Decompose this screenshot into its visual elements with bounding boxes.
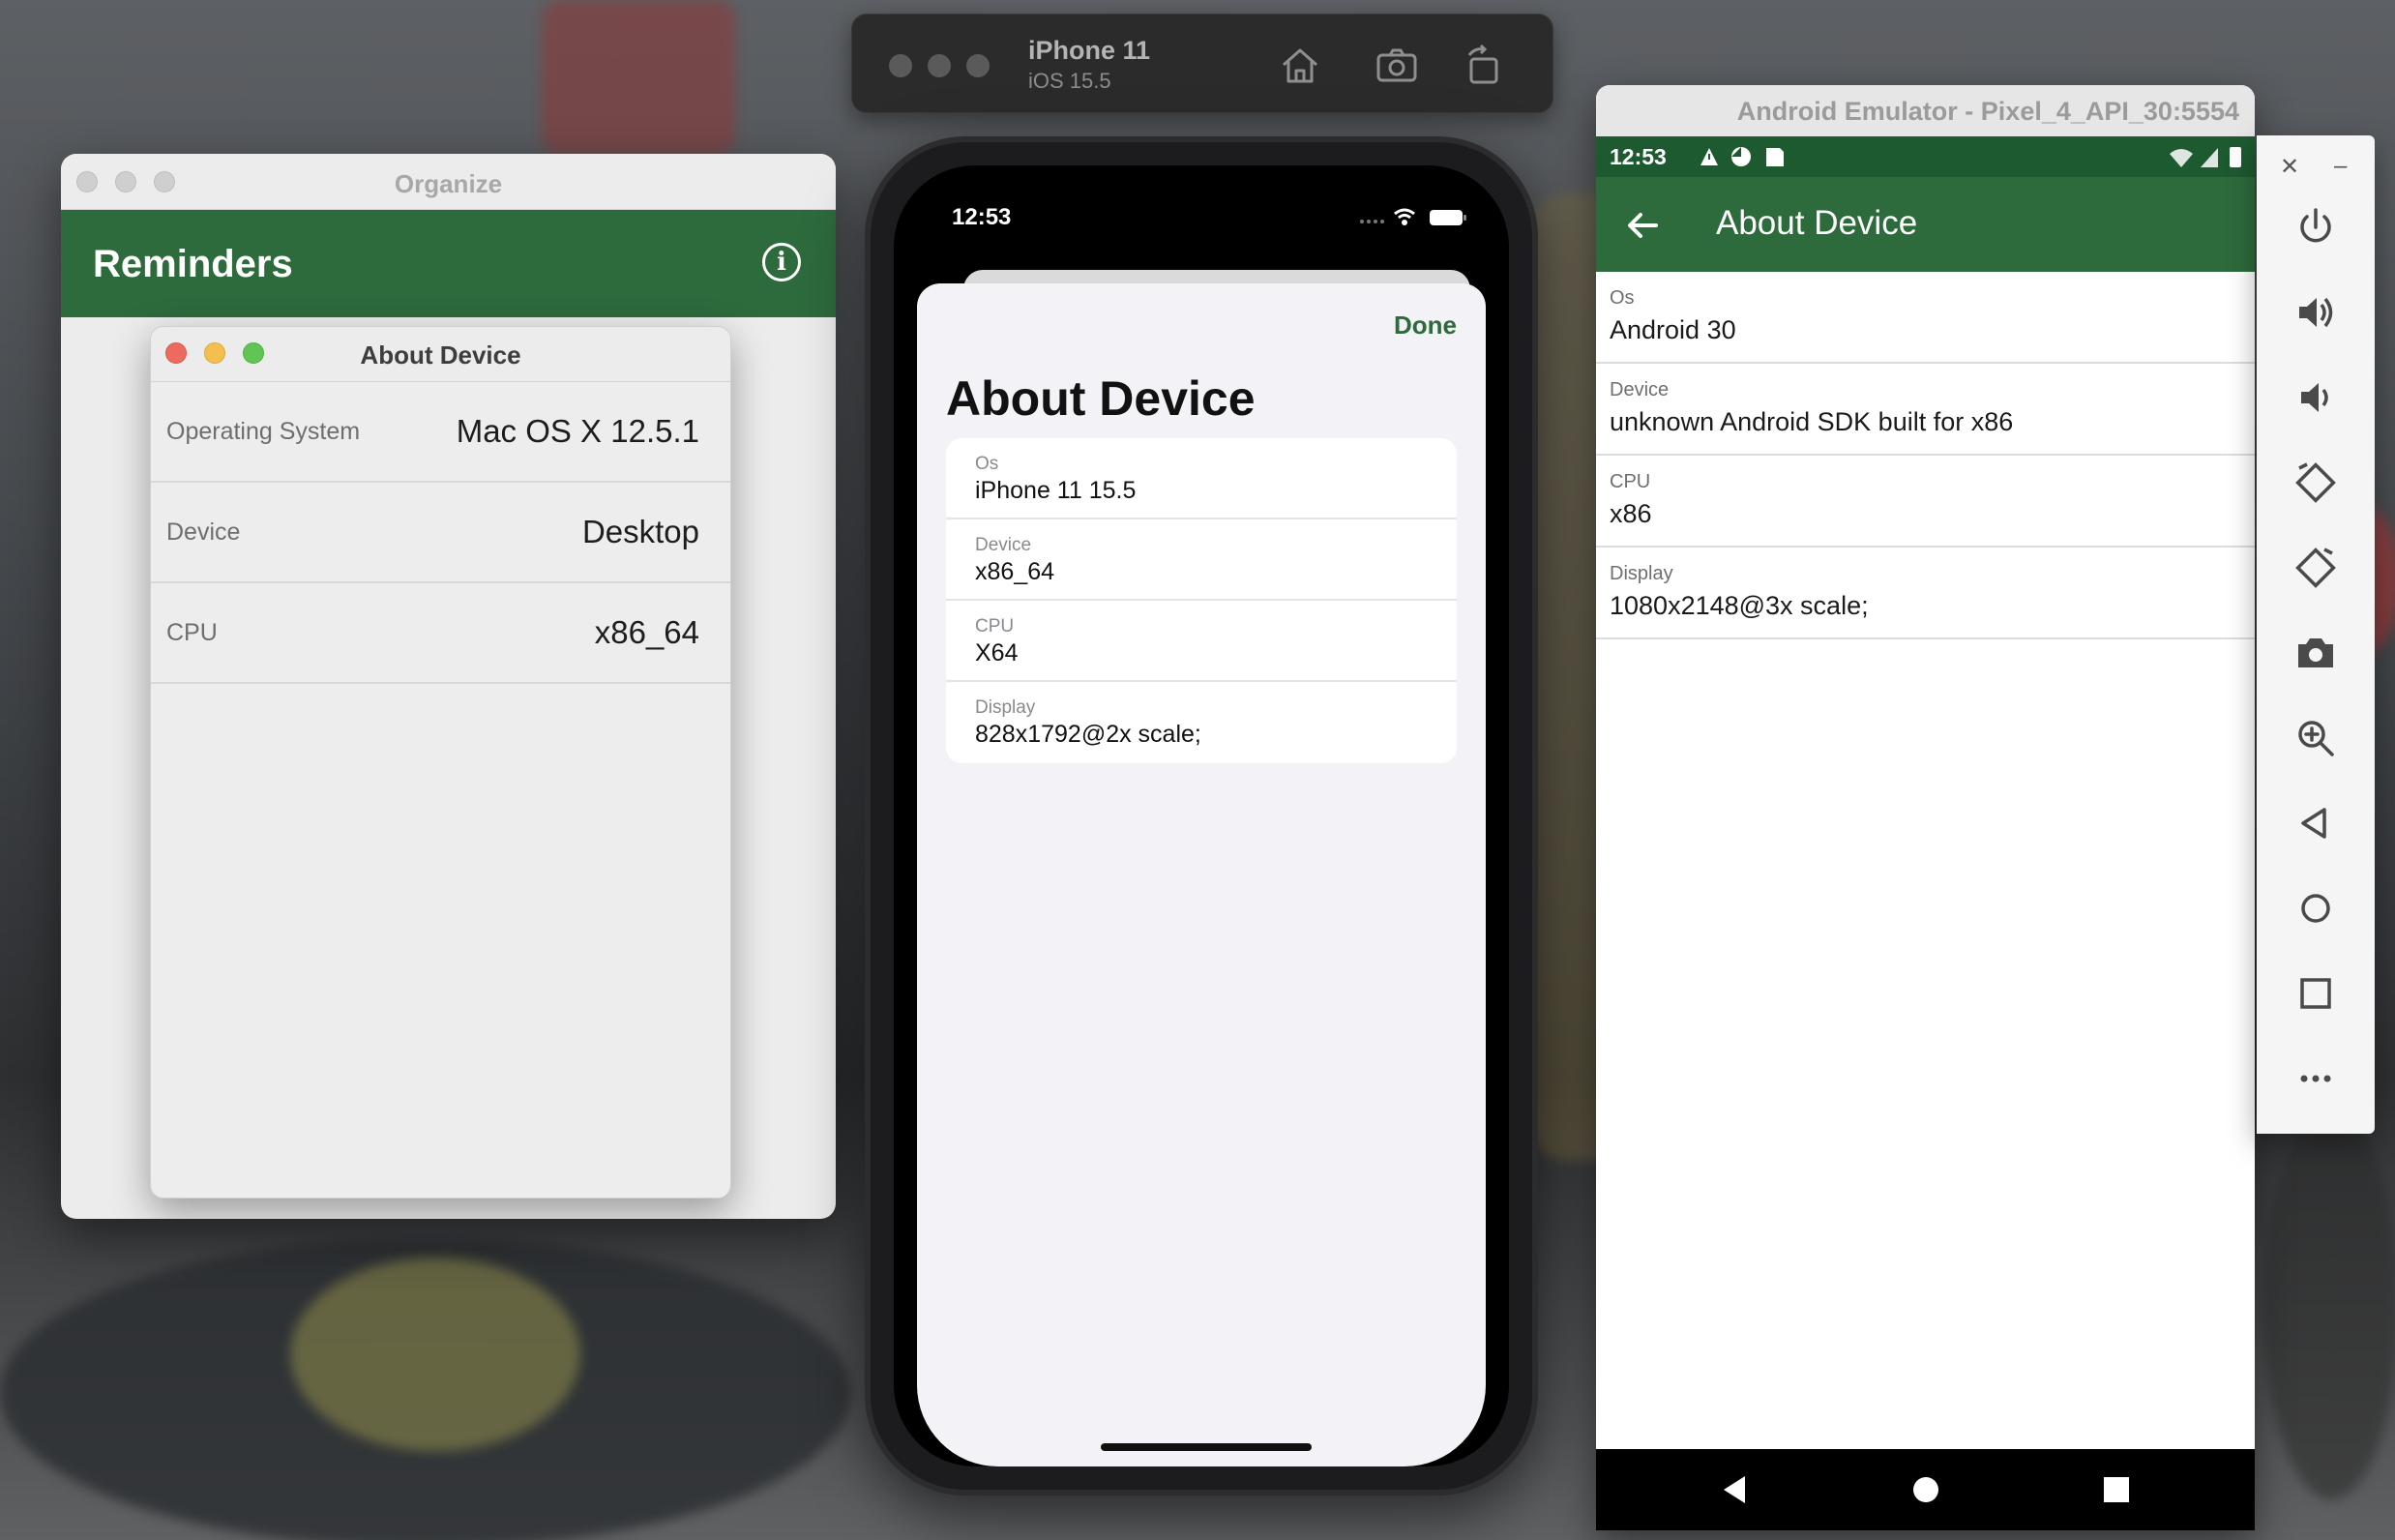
volume-down-icon[interactable]: [2292, 373, 2340, 422]
status-time: 12:53: [952, 204, 1012, 230]
back-icon[interactable]: [2292, 799, 2340, 847]
info-row-cpu: CPU x86_64: [151, 583, 730, 684]
row-value: x86_64: [975, 558, 1055, 585]
row-value: x86_64: [594, 614, 699, 650]
zoom-icon[interactable]: [2292, 714, 2340, 762]
rotate-right-icon[interactable]: [2292, 544, 2340, 592]
about-device-sheet: Done About Device Os iPhone 11 15.5 Devi…: [917, 283, 1486, 1466]
row-value: iPhone 11 15.5: [975, 477, 1137, 504]
android-emulator-window: Android Emulator - Pixel_4_API_30:5554 1…: [1596, 85, 2255, 1530]
info-row-display: Display 828x1792@2x scale;: [946, 682, 1457, 763]
signal-battery-icons: [2170, 147, 2241, 167]
zoom-window-button[interactable]: [966, 54, 990, 77]
row-value: Mac OS X 12.5.1: [456, 413, 699, 449]
row-value: X64: [975, 639, 1019, 666]
minimize-icon[interactable]: –: [2334, 153, 2347, 180]
info-icon[interactable]: i: [762, 243, 801, 281]
row-value: Android 30: [1610, 315, 1736, 344]
emulator-titlebar: Android Emulator - Pixel_4_API_30:5554: [1596, 85, 2255, 136]
screenshot-icon[interactable]: [1373, 42, 1421, 90]
info-row-device: Device x86_64: [946, 519, 1457, 601]
row-value: 1080x2148@3x scale;: [1610, 591, 1869, 620]
rotate-icon[interactable]: [1460, 42, 1508, 90]
minimize-window-button[interactable]: [928, 54, 951, 77]
close-icon[interactable]: ✕: [2280, 153, 2299, 181]
row-label: CPU: [166, 619, 218, 646]
status-icons: [1360, 208, 1466, 225]
iphone-simulator: 12:53 Done About Device Os iPhone 11 15.…: [865, 136, 1538, 1496]
info-row-cpu: CPU X64: [946, 601, 1457, 682]
row-label: Display: [975, 697, 1036, 718]
notification-icons: [1700, 147, 1784, 166]
page-title: About Device: [946, 371, 1256, 426]
android-app-bar: About Device: [1596, 177, 2255, 272]
home-icon[interactable]: [2292, 884, 2340, 933]
row-label: Device: [1610, 379, 1670, 400]
window-title: Organize: [394, 169, 503, 198]
row-label: Os: [1610, 287, 1635, 309]
done-button[interactable]: Done: [1394, 311, 1457, 341]
back-arrow-icon[interactable]: [1623, 206, 1662, 245]
row-label: Device: [975, 535, 1032, 555]
window-title: Android Emulator - Pixel_4_API_30:5554: [1736, 97, 2239, 126]
info-row-device: Device Desktop: [151, 483, 730, 583]
home-indicator[interactable]: [1101, 1443, 1312, 1451]
home-icon[interactable]: [1276, 42, 1324, 90]
power-icon[interactable]: [2292, 203, 2340, 252]
row-value: 828x1792@2x scale;: [975, 721, 1201, 748]
info-row-os: Os iPhone 11 15.5: [946, 438, 1457, 519]
organize-window: Organize Reminders i About Device Operat…: [61, 154, 836, 1219]
info-list: Os iPhone 11 15.5 Device x86_64 CPU X64 …: [946, 438, 1457, 763]
row-label: CPU: [1610, 471, 1651, 492]
info-row-os: Os Android 30: [1596, 272, 2255, 364]
row-label: CPU: [975, 616, 1015, 637]
camera-icon[interactable]: [2292, 629, 2340, 677]
info-row-display: Display 1080x2148@3x scale;: [1596, 548, 2255, 639]
status-time: 12:53: [1610, 144, 1667, 169]
phone-screen: 12:53 Done About Device Os iPhone 11 15.…: [894, 165, 1509, 1466]
nav-back-icon[interactable]: [1716, 1470, 1755, 1509]
row-label: Display: [1610, 563, 1673, 584]
row-value: x86: [1610, 499, 1652, 528]
nav-home-icon[interactable]: [1907, 1470, 1945, 1509]
page-title: About Device: [1716, 204, 1918, 242]
android-status-bar: 12:53: [1596, 136, 2255, 177]
simulator-device-name: iPhone 11: [1028, 36, 1151, 65]
nav-overview-icon[interactable]: [2097, 1470, 2136, 1509]
android-nav-bar: [1596, 1449, 2255, 1530]
organize-titlebar: Organize: [61, 154, 836, 210]
simulator-os-version: iOS 15.5: [1028, 69, 1111, 93]
reminders-header: Reminders i: [61, 210, 836, 317]
about-titlebar: About Device: [151, 327, 730, 382]
about-title: About Device: [360, 341, 521, 370]
row-label: Operating System: [166, 418, 361, 445]
row-label: Device: [166, 518, 241, 546]
info-row-os: Operating System Mac OS X 12.5.1: [151, 382, 730, 483]
row-label: Os: [975, 454, 999, 474]
row-value: Desktop: [581, 514, 699, 549]
simulator-toolbar: iPhone 11 iOS 15.5: [851, 14, 1553, 113]
overview-icon[interactable]: [2292, 969, 2340, 1018]
close-window-button[interactable]: [889, 54, 912, 77]
row-value: unknown Android SDK built for x86: [1610, 407, 2014, 436]
info-row-cpu: CPU x86: [1596, 456, 2255, 548]
about-device-window: About Device Operating System Mac OS X 1…: [150, 326, 731, 1199]
info-row-device: Device unknown Android SDK built for x86: [1596, 364, 2255, 456]
volume-up-icon[interactable]: [2292, 288, 2340, 337]
page-title: Reminders: [93, 243, 293, 285]
rotate-left-icon[interactable]: [2292, 459, 2340, 507]
emulator-controls: ✕ –: [2257, 135, 2375, 1134]
more-icon[interactable]: [2292, 1054, 2340, 1103]
